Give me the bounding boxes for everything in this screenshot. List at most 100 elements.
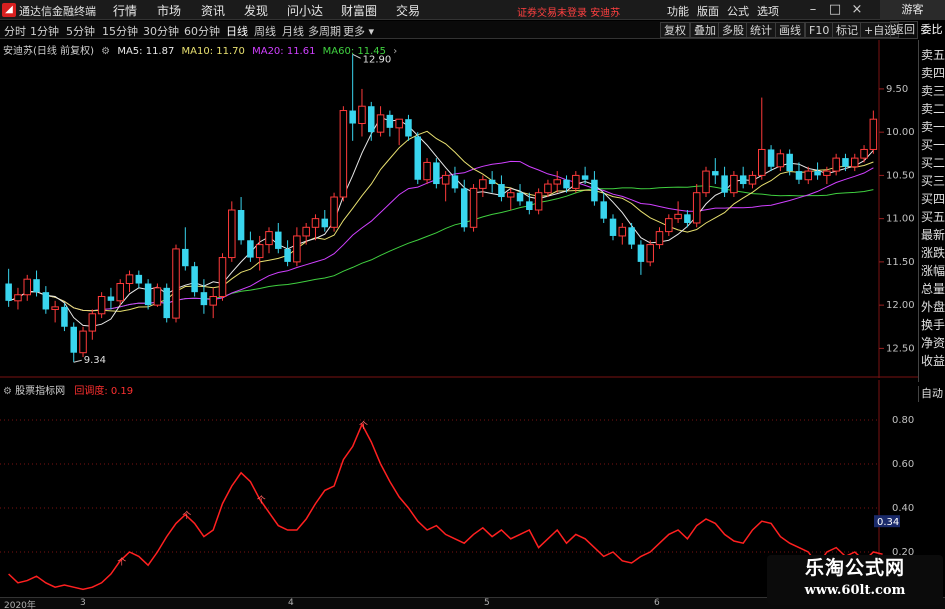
indicator-tick-label: 0.40 bbox=[892, 503, 914, 514]
period-more[interactable]: 更多 ▾ bbox=[343, 23, 374, 39]
settings-icon[interactable]: ⚙ bbox=[101, 46, 110, 57]
side-item-buy4[interactable]: 买四 bbox=[921, 192, 945, 207]
candle-body bbox=[42, 292, 50, 310]
menu-discover[interactable]: 发现 bbox=[244, 2, 268, 19]
period-intraday[interactable]: 分时 bbox=[4, 23, 26, 39]
side-item-eps[interactable]: 收益 bbox=[921, 354, 945, 369]
menu-bar: ◢ 通达信金融终端 行情 市场 资讯 发现 问小达 财富圈 交易 证券交易未登录… bbox=[0, 0, 945, 20]
candle-body bbox=[506, 192, 515, 198]
candle-body bbox=[637, 244, 645, 262]
draw-button[interactable]: 画线 bbox=[775, 22, 805, 38]
menu-formula[interactable]: 公式 bbox=[727, 3, 749, 19]
period-15min[interactable]: 15分钟 bbox=[102, 23, 138, 39]
auto-scale-button[interactable]: 自动 bbox=[918, 386, 945, 402]
candle-body bbox=[275, 231, 282, 249]
candle-body bbox=[488, 179, 496, 185]
maximize-icon[interactable]: □ bbox=[825, 1, 845, 19]
menu-assistant[interactable]: 问小达 bbox=[287, 2, 323, 19]
minimize-icon[interactable]: – bbox=[803, 1, 823, 19]
side-item-outer[interactable]: 外盘 bbox=[921, 300, 945, 315]
candle-body bbox=[376, 114, 385, 133]
signal-marker: 个 bbox=[359, 420, 368, 431]
return-button[interactable]: 返回 bbox=[890, 21, 918, 39]
candle-body bbox=[433, 162, 440, 185]
bid-ratio-label[interactable]: 委比 bbox=[918, 21, 945, 39]
side-item-last[interactable]: 最新 bbox=[921, 228, 945, 243]
side-item-buy3[interactable]: 买三 bbox=[921, 174, 945, 189]
ma5-line bbox=[8, 116, 874, 327]
period-1min[interactable]: 1分钟 bbox=[30, 23, 59, 39]
chart-title: 安迪苏(日线 前复权) bbox=[3, 46, 94, 57]
candlestick-chart[interactable]: 12.5012.0011.5011.0010.5010.009.5012.909… bbox=[0, 40, 918, 378]
candle-body bbox=[832, 157, 840, 172]
side-item-change[interactable]: 涨跌 bbox=[921, 246, 945, 261]
period-multi[interactable]: 多周期 bbox=[308, 23, 341, 39]
side-item-net-assets[interactable]: 净资 bbox=[921, 336, 945, 351]
settings-icon[interactable]: ⚙ bbox=[3, 386, 12, 397]
login-status[interactable]: 证券交易未登录 安迪苏 bbox=[517, 4, 620, 19]
candle-body bbox=[860, 148, 868, 159]
candle-body bbox=[284, 248, 291, 262]
adjust-button[interactable]: 复权 bbox=[660, 22, 690, 38]
side-item-change-pct[interactable]: 涨幅 bbox=[921, 264, 945, 279]
candle-body bbox=[469, 187, 478, 228]
candle-body bbox=[153, 287, 162, 306]
menu-functions[interactable]: 功能 bbox=[667, 3, 689, 19]
candle-body bbox=[61, 306, 68, 327]
candle-body bbox=[451, 175, 459, 189]
candle-body bbox=[684, 214, 691, 223]
menu-market[interactable]: 市场 bbox=[157, 2, 181, 19]
side-item-sell3[interactable]: 卖三 bbox=[921, 84, 945, 99]
side-item-volume[interactable]: 总量 bbox=[921, 282, 945, 297]
candle-body bbox=[228, 209, 236, 259]
period-60min[interactable]: 60分钟 bbox=[184, 23, 220, 39]
menu-quotes[interactable]: 行情 bbox=[113, 2, 137, 19]
side-item-sell1[interactable]: 卖一 bbox=[921, 120, 945, 135]
side-item-sell5[interactable]: 卖五 bbox=[921, 48, 945, 63]
period-5min[interactable]: 5分钟 bbox=[66, 23, 95, 39]
candle-body bbox=[172, 248, 180, 319]
window-controls: – □ × bbox=[803, 1, 867, 19]
overlay-button[interactable]: 叠加 bbox=[690, 22, 720, 38]
candle-body bbox=[209, 295, 217, 306]
period-daily[interactable]: 日线 bbox=[226, 23, 248, 39]
side-item-turnover[interactable]: 换手 bbox=[921, 318, 945, 333]
watermark-url: www.60lt.com bbox=[804, 583, 906, 598]
candle-body bbox=[302, 226, 310, 237]
f10-button[interactable]: F10 bbox=[805, 22, 834, 38]
ma60-line bbox=[8, 185, 874, 312]
candle-body bbox=[107, 296, 115, 301]
current-value-label: 0.34 bbox=[877, 517, 899, 528]
candle-body bbox=[70, 326, 77, 353]
menu-trade[interactable]: 交易 bbox=[396, 2, 420, 19]
candle-body bbox=[869, 118, 878, 150]
candle-body bbox=[218, 257, 227, 297]
menu-wealth[interactable]: 财富圈 bbox=[341, 2, 377, 19]
period-monthly[interactable]: 月线 bbox=[282, 23, 304, 39]
menu-layout[interactable]: 版面 bbox=[697, 3, 719, 19]
date-label: 2020年 bbox=[4, 601, 36, 609]
side-item-sell2[interactable]: 卖二 bbox=[921, 102, 945, 117]
candle-body bbox=[526, 201, 533, 210]
side-item-sell4[interactable]: 卖四 bbox=[921, 66, 945, 81]
side-item-buy5[interactable]: 买五 bbox=[921, 210, 945, 225]
candle-body bbox=[97, 295, 106, 315]
menu-news[interactable]: 资讯 bbox=[201, 2, 225, 19]
menu-options[interactable]: 选项 bbox=[757, 3, 779, 19]
candle-body bbox=[534, 192, 543, 211]
guest-button[interactable]: 游客 bbox=[880, 0, 945, 20]
close-icon[interactable]: × bbox=[847, 1, 867, 19]
chevron-down-icon: ▾ bbox=[368, 25, 375, 38]
stats-button[interactable]: 统计 bbox=[746, 22, 776, 38]
period-weekly[interactable]: 周线 bbox=[254, 23, 276, 39]
side-item-buy1[interactable]: 买一 bbox=[921, 138, 945, 153]
candle-body bbox=[255, 244, 264, 259]
candle-body bbox=[479, 179, 487, 189]
candle-body bbox=[265, 231, 273, 246]
period-30min[interactable]: 30分钟 bbox=[143, 23, 179, 39]
indicator-source: 股票指标网 bbox=[15, 386, 66, 397]
side-item-buy2[interactable]: 买二 bbox=[921, 156, 945, 171]
expand-icon[interactable]: › bbox=[393, 46, 397, 57]
mark-button[interactable]: 标记 bbox=[832, 22, 862, 38]
multi-stock-button[interactable]: 多股 bbox=[718, 22, 748, 38]
